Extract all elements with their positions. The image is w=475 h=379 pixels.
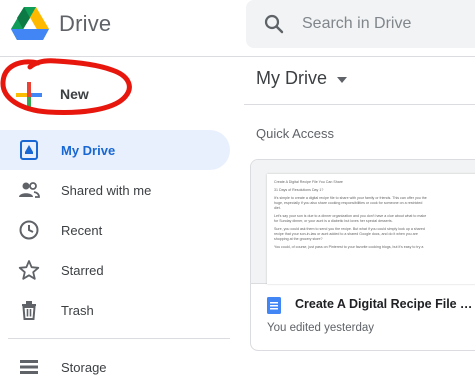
- sidebar-item-label: Storage: [61, 360, 107, 375]
- preview-text-line: You could, of course, just pass on Pinte…: [274, 245, 424, 249]
- sidebar-item-recent[interactable]: Recent: [0, 210, 230, 250]
- my-drive-icon: [20, 140, 38, 160]
- new-button[interactable]: New: [4, 62, 134, 124]
- document-preview: Create A Digital Recipe File You Can Sha…: [267, 174, 475, 284]
- sidebar-item-label: Shared with me: [61, 183, 152, 198]
- sidebar-item-shared-with-me[interactable]: Shared with me: [0, 170, 230, 210]
- file-edit-status: You edited yesterday: [267, 322, 374, 334]
- plus-icon: [16, 82, 42, 108]
- caret-down-icon: [337, 77, 347, 83]
- app-name: Drive: [59, 11, 112, 36]
- file-title: Create A Digital Recipe File Y...: [295, 297, 475, 311]
- top-bar-divider: [0, 56, 475, 57]
- sidebar-item-my-drive[interactable]: My Drive: [0, 130, 230, 170]
- sidebar-item-label: Starred: [61, 263, 104, 278]
- google-docs-icon: [267, 297, 281, 314]
- star-icon: [18, 260, 40, 280]
- page-title: My Drive: [256, 68, 327, 88]
- sidebar-nav: My Drive Shared with me Recent Starred T…: [0, 130, 232, 330]
- sidebar-item-storage[interactable]: Storage: [0, 347, 230, 379]
- storage-icon: [20, 360, 38, 374]
- new-button-label: New: [60, 86, 89, 102]
- top-bar: Drive: [0, 0, 475, 56]
- sidebar-item-label: Trash: [61, 303, 94, 318]
- sidebar-item-label: My Drive: [61, 143, 116, 158]
- sidebar-item-trash[interactable]: Trash: [0, 290, 230, 330]
- quick-access-heading: Quick Access: [256, 126, 335, 141]
- search-icon[interactable]: [262, 12, 286, 36]
- sidebar-item-starred[interactable]: Starred: [0, 250, 230, 290]
- clock-icon: [19, 220, 39, 240]
- google-drive-logo-icon[interactable]: [11, 7, 49, 41]
- search-input[interactable]: [302, 14, 472, 34]
- main-header-divider: [244, 104, 475, 105]
- sidebar-item-label: Recent: [61, 223, 103, 238]
- sidebar-divider: [8, 338, 230, 339]
- quick-access-file-card[interactable]: Create A Digital Recipe File You Can Sha…: [250, 159, 475, 351]
- people-icon: [19, 182, 40, 198]
- my-drive-dropdown[interactable]: My Drive: [256, 68, 347, 96]
- file-thumbnail: Create A Digital Recipe File You Can Sha…: [251, 160, 475, 284]
- search-bar[interactable]: [246, 0, 475, 48]
- trash-icon: [22, 301, 36, 320]
